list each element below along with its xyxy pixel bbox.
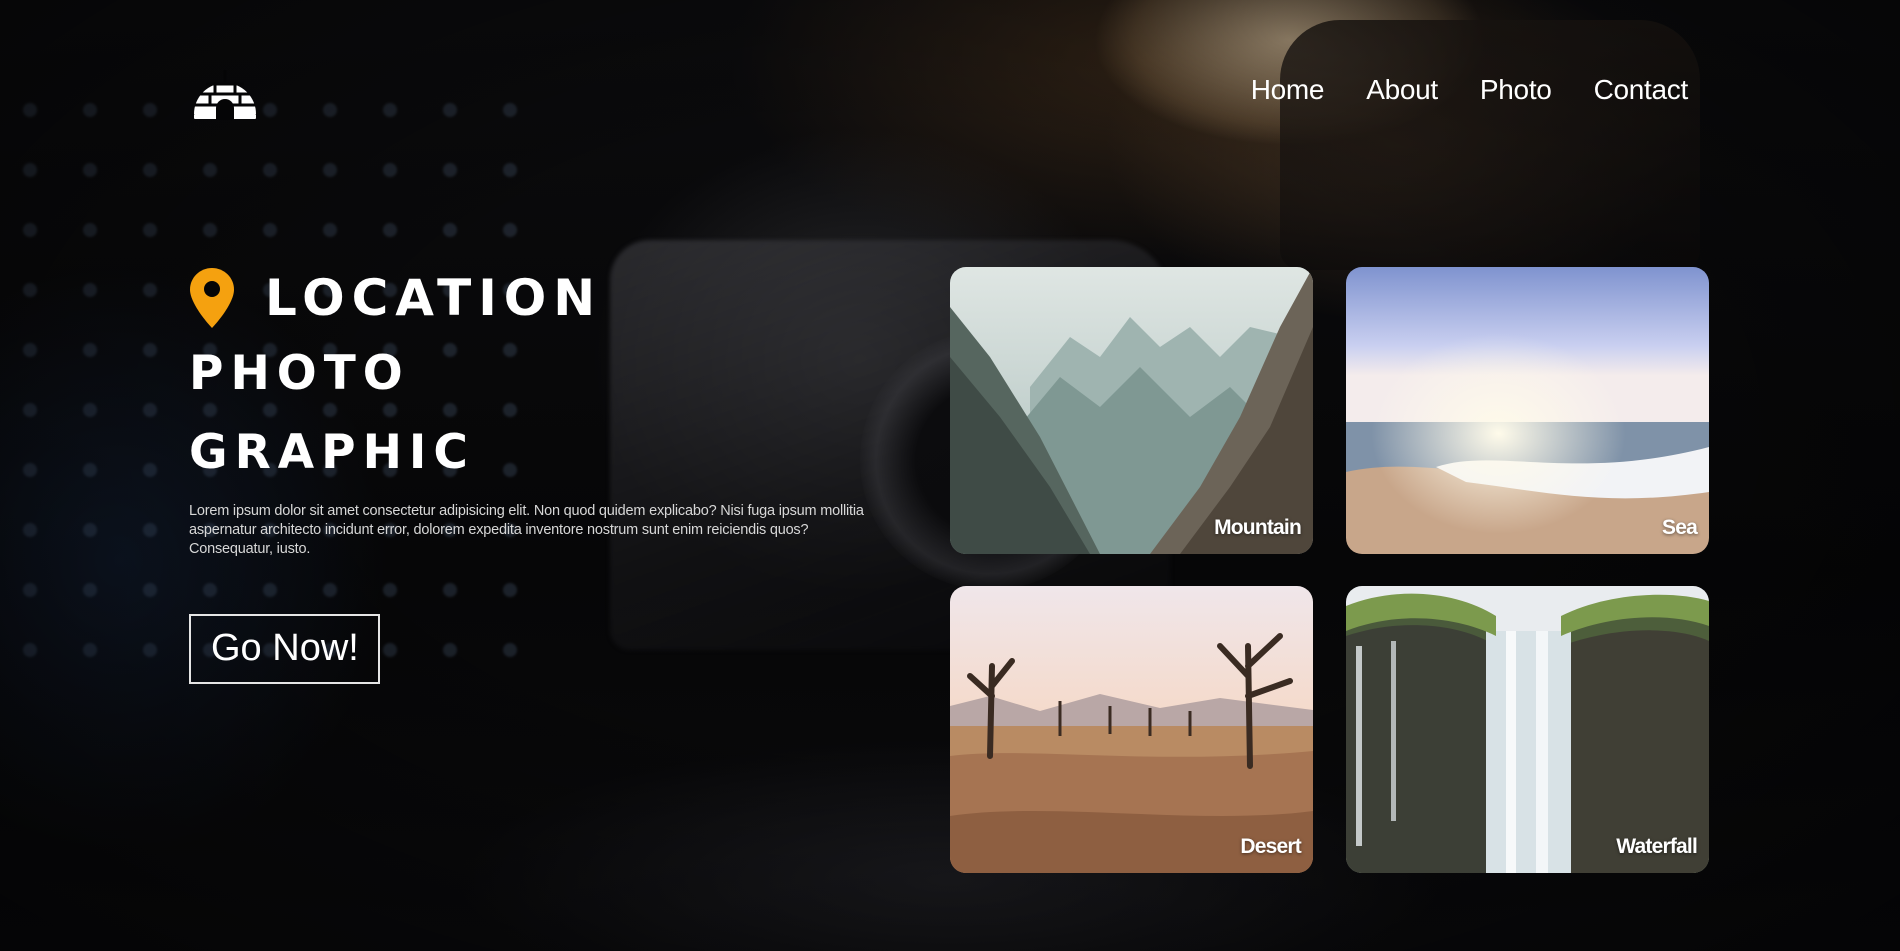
nav-contact-link[interactable]: Contact (1594, 74, 1689, 106)
desert-image (950, 586, 1313, 873)
hero-title-line2: PHOTO (189, 346, 410, 401)
gallery-card-waterfall[interactable]: Waterfall (1346, 586, 1709, 873)
gallery-card-sea[interactable]: Sea (1346, 267, 1709, 554)
hero-description: Lorem ipsum dolor sit amet consectetur a… (189, 503, 864, 557)
main-nav: Home About Photo Contact (1251, 74, 1689, 106)
sea-image (1346, 267, 1709, 554)
nav-about-link[interactable]: About (1366, 74, 1438, 106)
hero-section: LOCATION PHOTO GRAPHIC Lorem ipsum dolor… (189, 266, 869, 684)
hero-title-line3: GRAPHIC (189, 425, 475, 480)
igloo-logo-icon[interactable] (190, 64, 260, 120)
nav-home-link[interactable]: Home (1251, 74, 1325, 106)
hero-title-row: LOCATION (189, 266, 869, 330)
card-label: Mountain (1214, 516, 1302, 539)
card-label: Desert (1240, 835, 1301, 858)
gallery-card-desert[interactable]: Desert (950, 586, 1313, 873)
card-label: Sea (1662, 516, 1698, 539)
waterfall-image (1346, 586, 1709, 873)
card-label: Waterfall (1616, 835, 1698, 858)
mountain-image (950, 267, 1313, 554)
hero-title-line1: LOCATION (265, 269, 603, 327)
map-pin-icon (190, 268, 234, 328)
go-now-button[interactable]: Go Now! (189, 613, 380, 684)
nav-photo-link[interactable]: Photo (1480, 74, 1552, 106)
gallery-card-mountain[interactable]: Mountain (950, 267, 1313, 554)
